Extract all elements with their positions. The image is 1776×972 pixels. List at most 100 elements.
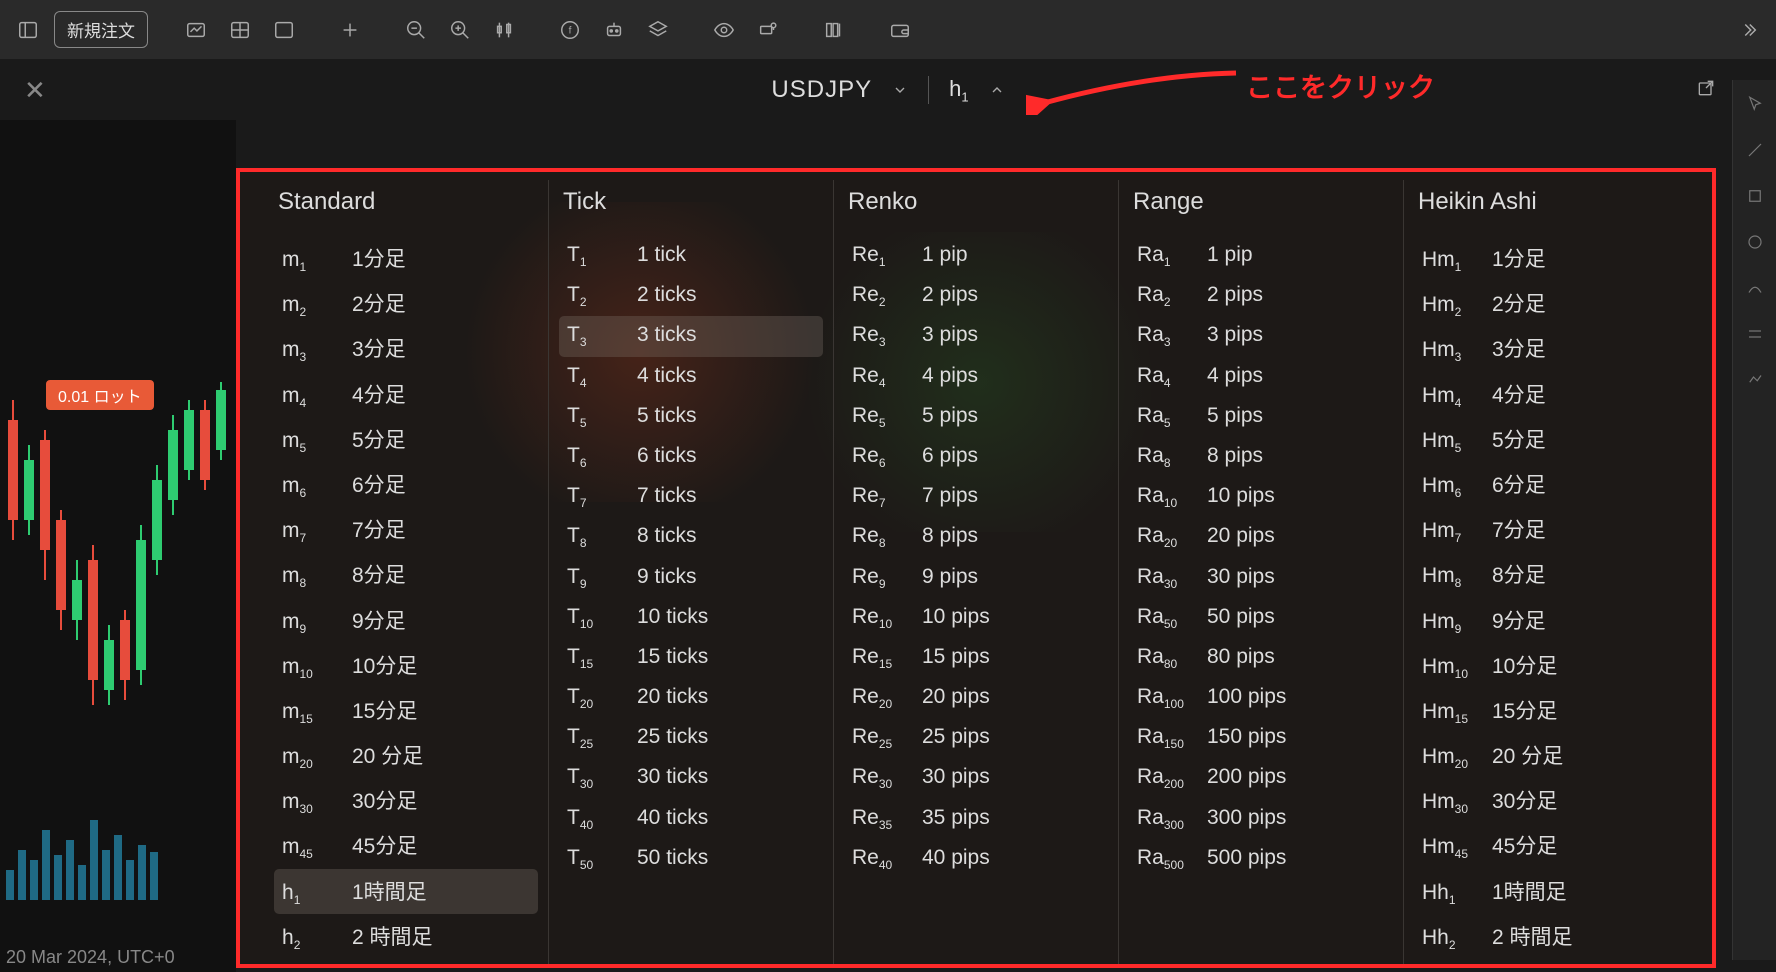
timeframe-option[interactable]: T5050 ticks [559, 839, 823, 879]
timeframe-option[interactable]: m22分足 [274, 281, 538, 326]
layers-icon[interactable] [640, 12, 676, 48]
timeframe-option[interactable]: Ra88 pips [1129, 437, 1393, 477]
tool-icon[interactable] [1743, 184, 1767, 208]
timeframe-option[interactable]: Hm88分足 [1414, 552, 1678, 597]
timeframe-option[interactable]: T2020 ticks [559, 678, 823, 718]
timeframe-option[interactable]: m77分足 [274, 507, 538, 552]
timeframe-option[interactable]: T66 ticks [559, 437, 823, 477]
timeframe-option[interactable]: Re4040 pips [844, 839, 1108, 879]
timeframe-option[interactable]: Ra200200 pips [1129, 758, 1393, 798]
tool-icon[interactable] [1743, 322, 1767, 346]
timeframe-option[interactable]: Ra500500 pips [1129, 839, 1393, 879]
timeframe-option[interactable]: Re11 pip [844, 236, 1108, 276]
timeframe-option[interactable]: Ra44 pips [1129, 357, 1393, 397]
close-chart-icon[interactable]: ✕ [24, 75, 46, 106]
timeframe-option[interactable]: Hm2020 分足 [1414, 733, 1678, 778]
timeframe-option[interactable]: m88分足 [274, 552, 538, 597]
timeframe-option[interactable]: Hm44分足 [1414, 372, 1678, 417]
columns-icon[interactable] [816, 12, 852, 48]
timeframe-option[interactable]: Ra55 pips [1129, 397, 1393, 437]
timeframe-option[interactable]: T44 ticks [559, 357, 823, 397]
timeframe-option[interactable]: Hm4545分足 [1414, 823, 1678, 868]
timeframe-option[interactable]: m4545分足 [274, 823, 538, 868]
more-icon[interactable] [1730, 12, 1766, 48]
timeframe-option[interactable]: Ra150150 pips [1129, 718, 1393, 758]
timeframe-option[interactable]: Re88 pips [844, 517, 1108, 557]
settings-sliders-icon[interactable] [750, 12, 786, 48]
timeframe-option[interactable]: Ra2020 pips [1129, 517, 1393, 557]
timeframe-option[interactable]: Hh22 時間足 [1414, 914, 1678, 959]
eye-icon[interactable] [706, 12, 742, 48]
wallet-icon[interactable] [882, 12, 918, 48]
single-pane-icon[interactable] [266, 12, 302, 48]
timeframe-option[interactable]: m99分足 [274, 598, 538, 643]
chart-single-icon[interactable] [178, 12, 214, 48]
timeframe-option[interactable]: Ra8080 pips [1129, 638, 1393, 678]
timeframe-option[interactable]: T4040 ticks [559, 799, 823, 839]
indicator-icon[interactable]: f [552, 12, 588, 48]
cursor-icon[interactable] [1743, 92, 1767, 116]
timeframe-option[interactable]: T99 ticks [559, 558, 823, 598]
timeframe-option[interactable]: Hm33分足 [1414, 326, 1678, 371]
symbol-name[interactable]: USDJPY [771, 76, 872, 104]
timeframe-option[interactable]: Re22 pips [844, 276, 1108, 316]
timeframe-option[interactable]: m33分足 [274, 326, 538, 371]
timeframe-option[interactable]: Hm55分足 [1414, 417, 1678, 462]
chevron-down-icon[interactable] [892, 82, 908, 98]
timeframe-label[interactable]: h1 [949, 76, 968, 104]
new-order-button[interactable]: 新規注文 [54, 11, 148, 48]
timeframe-option[interactable]: Ra1010 pips [1129, 477, 1393, 517]
timeframe-option[interactable]: Hm1010分足 [1414, 643, 1678, 688]
timeframe-option[interactable]: T1010 ticks [559, 598, 823, 638]
timeframe-option[interactable]: m55分足 [274, 417, 538, 462]
timeframe-option[interactable]: Re44 pips [844, 357, 1108, 397]
plus-icon[interactable] [332, 12, 368, 48]
timeframe-option[interactable]: Ra22 pips [1129, 276, 1393, 316]
timeframe-option[interactable]: Hm1515分足 [1414, 688, 1678, 733]
timeframe-option[interactable]: T1515 ticks [559, 638, 823, 678]
tool-icon[interactable] [1743, 138, 1767, 162]
timeframe-option[interactable]: Re99 pips [844, 558, 1108, 598]
timeframe-option[interactable]: Re2020 pips [844, 678, 1108, 718]
timeframe-option[interactable]: T88 ticks [559, 517, 823, 557]
timeframe-option[interactable]: Re55 pips [844, 397, 1108, 437]
timeframe-option[interactable]: h11時間足 [274, 869, 538, 914]
tool-icon[interactable] [1743, 368, 1767, 392]
timeframe-option[interactable]: Ra100100 pips [1129, 678, 1393, 718]
zoom-out-icon[interactable] [398, 12, 434, 48]
timeframe-option[interactable]: Re3535 pips [844, 799, 1108, 839]
timeframe-option[interactable]: m1010分足 [274, 643, 538, 688]
timeframe-option[interactable]: Re66 pips [844, 437, 1108, 477]
timeframe-option[interactable]: T3030 ticks [559, 758, 823, 798]
timeframe-option[interactable]: T55 ticks [559, 397, 823, 437]
chevron-up-icon[interactable] [989, 82, 1005, 98]
timeframe-option[interactable]: m66分足 [274, 462, 538, 507]
timeframe-option[interactable]: m2020 分足 [274, 733, 538, 778]
timeframe-option[interactable]: Re2525 pips [844, 718, 1108, 758]
robot-icon[interactable] [596, 12, 632, 48]
timeframe-option[interactable]: Re1515 pips [844, 638, 1108, 678]
timeframe-option[interactable]: Ra11 pip [1129, 236, 1393, 276]
timeframe-option[interactable]: Ra3030 pips [1129, 558, 1393, 598]
timeframe-option[interactable]: T22 ticks [559, 276, 823, 316]
tool-icon[interactable] [1743, 276, 1767, 300]
timeframe-option[interactable]: Ra300300 pips [1129, 799, 1393, 839]
timeframe-option[interactable]: Re77 pips [844, 477, 1108, 517]
timeframe-option[interactable]: Hm66分足 [1414, 462, 1678, 507]
timeframe-option[interactable]: Hm3030分足 [1414, 778, 1678, 823]
timeframe-option[interactable]: h22 時間足 [274, 914, 538, 959]
timeframe-option[interactable]: Hm77分足 [1414, 507, 1678, 552]
timeframe-option[interactable]: m1515分足 [274, 688, 538, 733]
timeframe-option[interactable]: Hm99分足 [1414, 598, 1678, 643]
timeframe-option[interactable]: Re33 pips [844, 316, 1108, 356]
timeframe-option[interactable]: Hm22分足 [1414, 281, 1678, 326]
timeframe-option[interactable]: T33 ticks [559, 316, 823, 356]
timeframe-option[interactable]: Hm11分足 [1414, 236, 1678, 281]
timeframe-option[interactable]: T2525 ticks [559, 718, 823, 758]
layout-panel-icon[interactable] [10, 12, 46, 48]
timeframe-option[interactable]: Ra33 pips [1129, 316, 1393, 356]
timeframe-option[interactable]: Re3030 pips [844, 758, 1108, 798]
grid-layout-icon[interactable] [222, 12, 258, 48]
timeframe-option[interactable]: Hh11時間足 [1414, 869, 1678, 914]
timeframe-option[interactable]: Re1010 pips [844, 598, 1108, 638]
